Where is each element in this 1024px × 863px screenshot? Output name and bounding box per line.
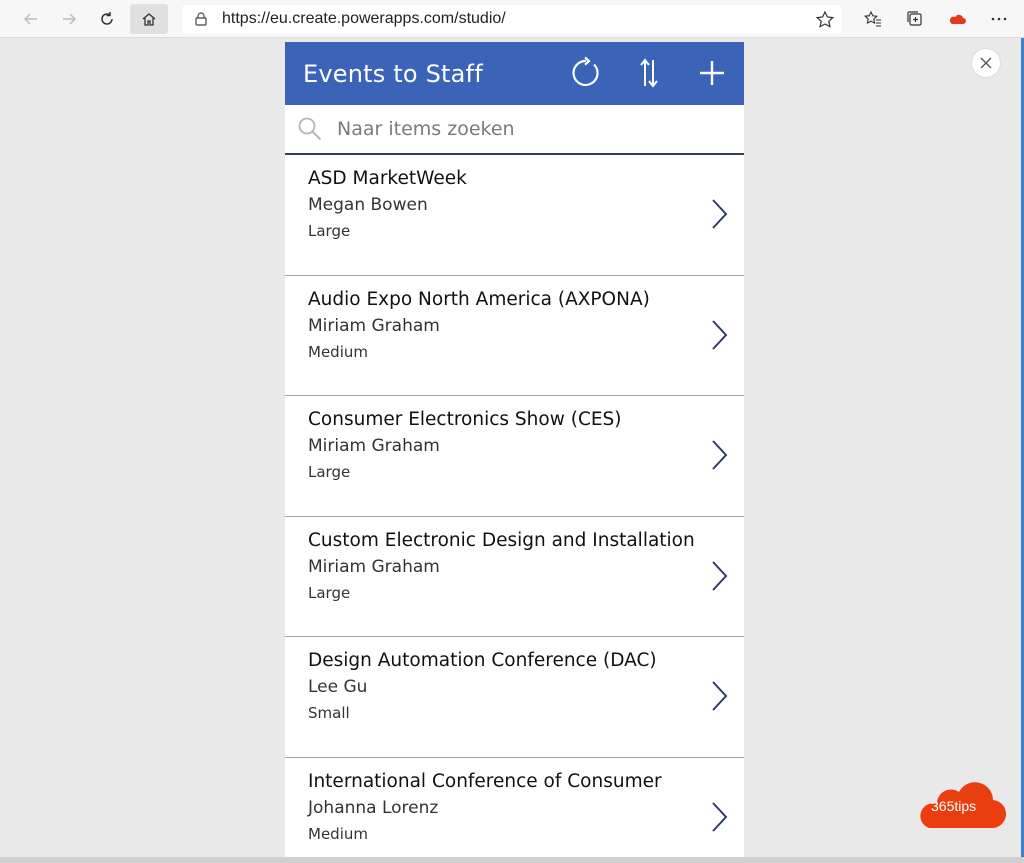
- forward-icon: [63, 12, 77, 25]
- browser-actions: [852, 4, 1020, 34]
- item-body: Large: [308, 222, 351, 240]
- list-item[interactable]: Audio Expo North America (AXPONA) Miriam…: [285, 276, 744, 396]
- close-preview-button[interactable]: [971, 48, 1001, 78]
- forward-button[interactable]: [50, 4, 88, 34]
- home-button[interactable]: [130, 3, 168, 34]
- item-title: Consumer Electronics Show (CES): [308, 409, 622, 430]
- chevron-right-icon[interactable]: [709, 318, 729, 352]
- add-icon: [700, 61, 724, 85]
- chevron-right-icon[interactable]: [709, 800, 729, 834]
- url-text: https://eu.create.powerapps.com/studio/: [222, 10, 506, 27]
- list-item[interactable]: Custom Electronic Design and Installatio…: [285, 517, 744, 637]
- item-subtitle: Miriam Graham: [308, 556, 440, 577]
- item-subtitle: Miriam Graham: [308, 436, 440, 456]
- more-button[interactable]: [978, 4, 1020, 34]
- refresh-icon: [101, 11, 113, 25]
- item-subtitle: Lee Gu: [308, 677, 368, 697]
- item-title: ASD MarketWeek: [308, 168, 467, 189]
- item-body: Medium: [308, 824, 368, 843]
- item-body: Large: [308, 463, 351, 481]
- address-bar[interactable]: https://eu.create.powerapps.com/studio/: [182, 5, 842, 33]
- chevron-right-icon[interactable]: [709, 559, 729, 593]
- favorites-icon: [864, 10, 881, 27]
- home-icon: [142, 12, 156, 26]
- sort-icon: [640, 58, 658, 88]
- item-title: Design Automation Conference (DAC): [308, 650, 657, 671]
- item-body: Medium: [308, 342, 368, 361]
- star-icon[interactable]: [814, 9, 836, 31]
- list-item[interactable]: ASD MarketWeek Megan Bowen Large: [285, 155, 744, 276]
- item-body: Large: [308, 583, 351, 602]
- item-title: Audio Expo North America (AXPONA): [308, 288, 650, 310]
- back-icon: [23, 12, 37, 25]
- item-title: International Conference of Consumer: [308, 770, 662, 792]
- add-button[interactable]: [695, 56, 729, 90]
- onedrive-icon: [949, 14, 966, 24]
- chevron-right-icon[interactable]: [709, 438, 729, 472]
- app-header: Events to Staff: [285, 42, 744, 105]
- close-icon: [980, 57, 992, 69]
- browser-refresh-button[interactable]: [88, 4, 126, 34]
- collections-icon: [907, 11, 922, 26]
- favorites-button[interactable]: [852, 4, 894, 34]
- 365tips-logo: 365tips: [917, 772, 1007, 830]
- chevron-right-icon[interactable]: [709, 679, 729, 713]
- bottom-strip: [0, 857, 1024, 863]
- search-bar: [285, 105, 744, 155]
- item-body: Small: [308, 704, 350, 722]
- reload-button[interactable]: [569, 56, 603, 90]
- reload-icon: [572, 56, 599, 87]
- list-item[interactable]: International Conference of Consumer Joh…: [285, 758, 744, 858]
- collections-button[interactable]: [894, 4, 936, 34]
- powerapps-app-preview: Events to Staff ASD MarketWeek Megan Bow…: [285, 42, 744, 857]
- events-gallery: ASD MarketWeek Megan Bowen Large Audio E…: [285, 155, 744, 857]
- list-item[interactable]: Design Automation Conference (DAC) Lee G…: [285, 637, 744, 758]
- app-title: Events to Staff: [303, 59, 483, 88]
- item-title: Custom Electronic Design and Installatio…: [308, 529, 695, 551]
- sort-button[interactable]: [632, 56, 666, 90]
- list-item[interactable]: Consumer Electronics Show (CES) Miriam G…: [285, 396, 744, 517]
- search-icon: [298, 117, 322, 141]
- lock-icon: [195, 12, 207, 26]
- item-subtitle: Miriam Graham: [308, 315, 440, 336]
- more-icon: [991, 17, 1007, 21]
- search-input[interactable]: [337, 118, 717, 140]
- back-button[interactable]: [12, 4, 50, 34]
- logo-text: 365tips: [931, 798, 977, 814]
- item-subtitle: Megan Bowen: [308, 195, 428, 215]
- onedrive-button[interactable]: [936, 4, 978, 34]
- chevron-right-icon[interactable]: [709, 197, 729, 231]
- item-subtitle: Johanna Lorenz: [308, 797, 439, 818]
